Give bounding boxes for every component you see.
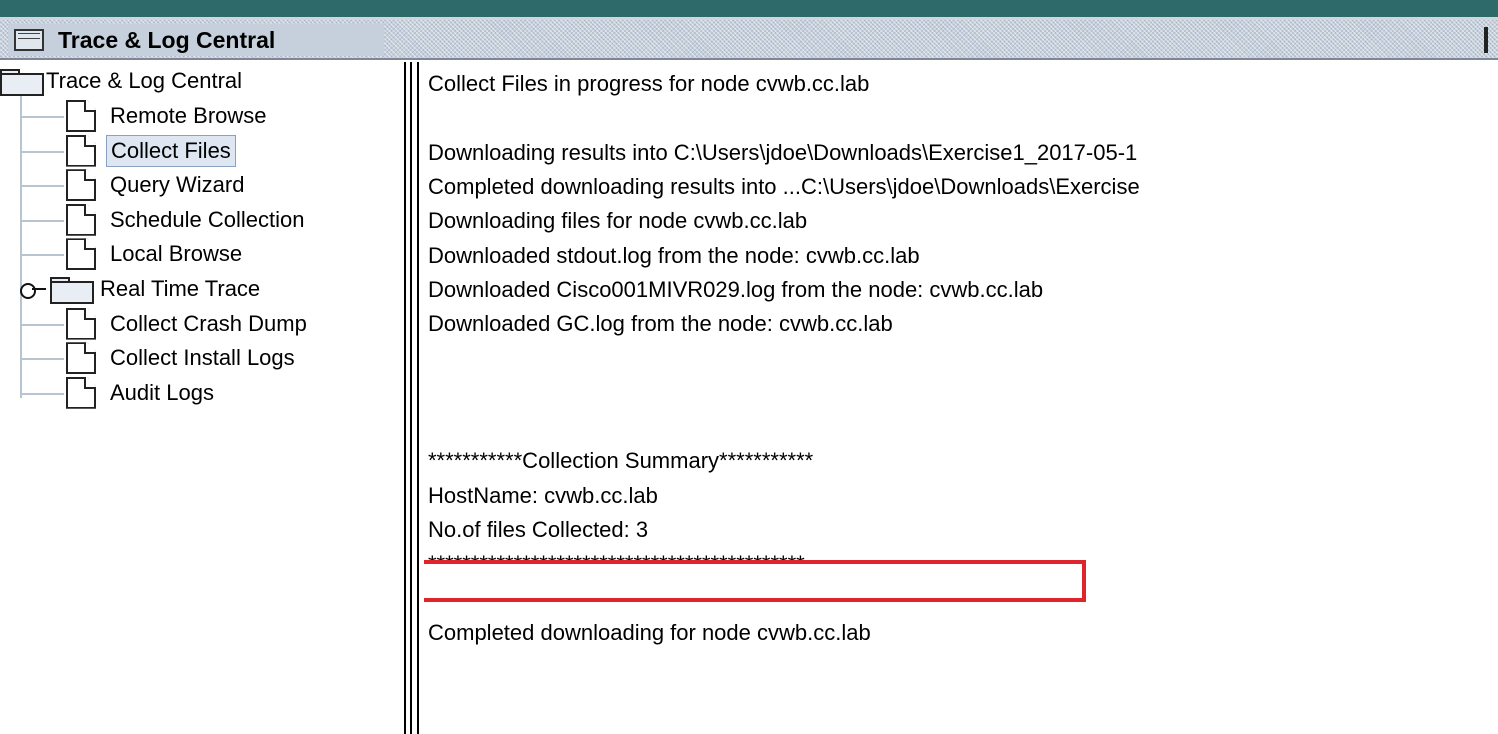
window-title: Trace & Log Central [58,26,276,53]
document-icon [66,203,96,236]
tree-item-collect-install-logs[interactable]: Collect Install Logs [66,341,299,375]
log-line: Downloading files for node cvwb.cc.lab [428,208,808,234]
log-output-pane: Collect Files in progress for node cvwb.… [424,62,1498,734]
tree-item-local-browse[interactable]: Local Browse [66,237,246,271]
tree-item-collect-crash-dump[interactable]: Collect Crash Dump [66,307,311,341]
tree-item-label: Remote Browse [110,103,267,128]
log-line: Downloaded Cisco001MIVR029.log from the … [428,276,1044,302]
tree-connector [20,185,64,188]
tree-guide-line [20,86,22,398]
tree-item-remote-browse[interactable]: Remote Browse [66,99,271,133]
tree-connector [20,392,64,395]
tree-connector [20,254,64,257]
tree-item-label: Audit Logs [110,379,214,405]
tree-item-label: Query Wizard [110,172,245,198]
folder-icon [50,277,94,304]
window-top-strip [0,0,1498,20]
tree-root[interactable]: Trace & Log Central [0,64,246,98]
log-line: Completed downloading for node cvwb.cc.l… [428,619,871,645]
tree-item-label: Local Browse [110,241,243,267]
log-line: Completed downloading results into ...C:… [428,173,1140,199]
split-pane-divider[interactable] [402,62,424,734]
log-line: Downloaded stdout.log from the node: cvw… [428,242,920,268]
document-icon [66,307,96,340]
tree-item-label: Collect Files [106,134,236,167]
tree-item-label: Collect Crash Dump [110,310,307,336]
log-line: ***********Collection Summary*********** [428,448,814,474]
tree-item-label: Collect Install Logs [110,345,295,371]
tree-item-real-time-trace[interactable]: Real Time Trace [20,272,264,306]
log-line: Downloading results into C:\Users\jdoe\D… [428,139,1138,165]
title-tab[interactable]: Trace & Log Central [8,24,384,56]
tree-connector [20,219,64,222]
document-icon [66,169,96,202]
document-icon [66,238,96,271]
tree-root-label: Trace & Log Central [46,68,243,93]
tree-item-collect-files[interactable]: Collect Files [66,134,236,168]
log-line: No.of files Collected: 3 [428,516,649,542]
tree-item-label: Real Time Trace [100,276,261,301]
tree-connector [20,116,64,118]
document-icon [66,376,96,409]
highlight-box [424,560,1086,602]
log-line: Downloaded GC.log from the node: cvwb.cc… [428,311,893,337]
tree-connector [20,150,64,153]
window-icon [14,29,44,51]
tree-item-schedule-collection[interactable]: Schedule Collection [66,203,308,237]
document-icon [66,134,96,167]
folder-icon [0,69,44,96]
tree-item-query-wizard[interactable]: Query Wizard [66,168,248,202]
log-line: Collect Files in progress for node cvwb.… [428,71,870,96]
document-icon [66,342,96,375]
tree-connector [20,358,64,361]
tree-item-label: Schedule Collection [110,206,305,232]
log-line: HostName: cvwb.cc.lab [428,482,658,508]
tree-connector [20,323,64,326]
tree-item-audit-logs[interactable]: Audit Logs [66,376,218,410]
expand-handle-icon[interactable] [20,278,50,300]
navigation-tree: Trace & Log Central Remote Browse Collect… [0,62,402,734]
document-icon [66,100,96,132]
title-bar-edge-marker [1484,27,1488,53]
title-bar: Trace & Log Central [0,20,1498,60]
